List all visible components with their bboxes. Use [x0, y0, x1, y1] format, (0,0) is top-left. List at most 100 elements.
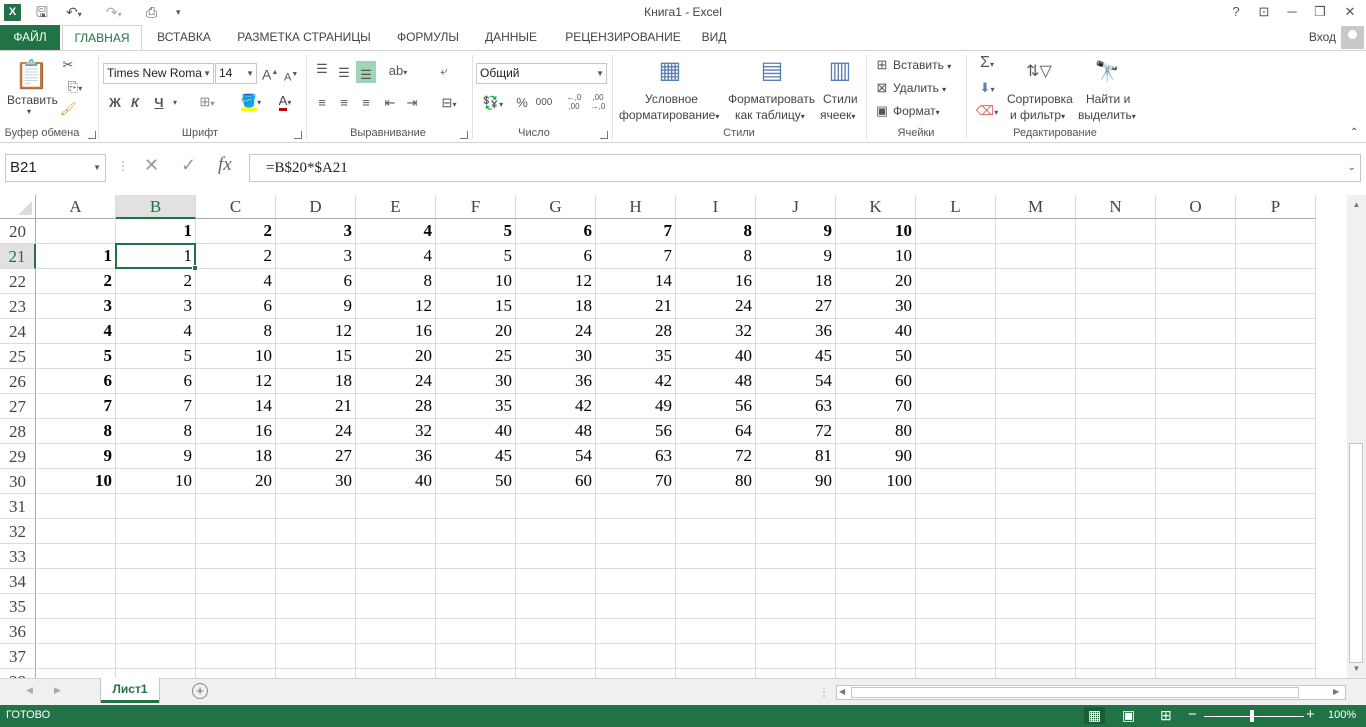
zoom-slider-thumb[interactable] — [1250, 710, 1254, 722]
cell-c28[interactable]: 16 — [196, 419, 276, 444]
cell-a28[interactable]: 8 — [36, 419, 116, 444]
find-select-icon[interactable]: 🔭 — [1092, 57, 1122, 87]
cell-k25[interactable]: 50 — [836, 344, 916, 369]
cell-p23[interactable] — [1236, 294, 1316, 319]
cell-p33[interactable] — [1236, 544, 1316, 569]
cell-l25[interactable] — [916, 344, 996, 369]
cell-b22[interactable]: 2 — [116, 269, 196, 294]
row-header-34[interactable]: 34 — [0, 569, 36, 594]
cell-i27[interactable]: 56 — [676, 394, 756, 419]
cell-g25[interactable]: 30 — [516, 344, 596, 369]
find-select-label-1[interactable]: Найти и — [1086, 92, 1130, 106]
cell-i25[interactable]: 40 — [676, 344, 756, 369]
cell-b31[interactable] — [116, 494, 196, 519]
cell-k32[interactable] — [836, 519, 916, 544]
sort-filter-label-1[interactable]: Сортировка — [1007, 92, 1073, 106]
fill-color-icon[interactable]: 🪣▾ — [236, 93, 266, 111]
cell-b25[interactable]: 5 — [116, 344, 196, 369]
cell-f37[interactable] — [436, 644, 516, 669]
collapse-ribbon-icon[interactable]: ⌃ — [1350, 127, 1358, 138]
cell-b23[interactable]: 3 — [116, 294, 196, 319]
cell-m35[interactable] — [996, 594, 1076, 619]
cell-e34[interactable] — [356, 569, 436, 594]
name-box[interactable]: B21 ▼ — [5, 154, 106, 182]
cell-h32[interactable] — [596, 519, 676, 544]
cell-c25[interactable]: 10 — [196, 344, 276, 369]
cell-a34[interactable] — [36, 569, 116, 594]
cell-j38[interactable] — [756, 669, 836, 678]
tab-data[interactable]: ДАННЫЕ — [478, 25, 544, 50]
cell-p35[interactable] — [1236, 594, 1316, 619]
align-bottom-icon[interactable]: ☰ — [356, 61, 376, 83]
zoom-in-button[interactable]: + — [1306, 706, 1315, 723]
cell-j24[interactable]: 36 — [756, 319, 836, 344]
cell-j34[interactable] — [756, 569, 836, 594]
cell-o29[interactable] — [1156, 444, 1236, 469]
select-all-button[interactable] — [0, 195, 36, 219]
cell-d31[interactable] — [276, 494, 356, 519]
cell-k34[interactable] — [836, 569, 916, 594]
align-left-icon[interactable]: ≡ — [314, 95, 330, 111]
cell-p21[interactable] — [1236, 244, 1316, 269]
cell-f34[interactable] — [436, 569, 516, 594]
cell-l27[interactable] — [916, 394, 996, 419]
cell-o37[interactable] — [1156, 644, 1236, 669]
close-button[interactable]: ✕ — [1338, 2, 1362, 22]
cell-m22[interactable] — [996, 269, 1076, 294]
cell-a35[interactable] — [36, 594, 116, 619]
horizontal-scroll-thumb[interactable] — [851, 687, 1299, 698]
cell-c23[interactable]: 6 — [196, 294, 276, 319]
row-header-38[interactable]: 38 — [0, 669, 36, 678]
cell-p26[interactable] — [1236, 369, 1316, 394]
cell-h23[interactable]: 21 — [596, 294, 676, 319]
cell-h24[interactable]: 28 — [596, 319, 676, 344]
cell-k21[interactable]: 10 — [836, 244, 916, 269]
cell-d22[interactable]: 6 — [276, 269, 356, 294]
cell-c37[interactable] — [196, 644, 276, 669]
clipboard-dialog-launcher-icon[interactable] — [88, 131, 96, 139]
column-header-c[interactable]: C — [196, 195, 276, 219]
cell-n36[interactable] — [1076, 619, 1156, 644]
merge-center-icon[interactable]: ⊟▾ — [434, 95, 464, 113]
font-name-select[interactable]: Times New Roma ▼ — [103, 63, 214, 84]
cell-b35[interactable] — [116, 594, 196, 619]
row-header-26[interactable]: 26 — [0, 369, 36, 394]
cell-p34[interactable] — [1236, 569, 1316, 594]
cell-l24[interactable] — [916, 319, 996, 344]
restore-button[interactable]: ❐ — [1308, 2, 1332, 22]
cell-l32[interactable] — [916, 519, 996, 544]
autosum-icon[interactable]: Σ▾ — [972, 55, 1002, 73]
cell-i23[interactable]: 24 — [676, 294, 756, 319]
column-header-m[interactable]: M — [996, 195, 1076, 219]
comma-style-button[interactable]: 000 — [534, 95, 554, 111]
cell-h38[interactable] — [596, 669, 676, 678]
cell-d21[interactable]: 3 — [276, 244, 356, 269]
cell-i30[interactable]: 80 — [676, 469, 756, 494]
cell-p28[interactable] — [1236, 419, 1316, 444]
cell-f24[interactable]: 20 — [436, 319, 516, 344]
cell-m36[interactable] — [996, 619, 1076, 644]
scroll-down-icon[interactable]: ▼ — [1348, 660, 1365, 677]
cell-o23[interactable] — [1156, 294, 1236, 319]
cell-n25[interactable] — [1076, 344, 1156, 369]
cell-c22[interactable]: 4 — [196, 269, 276, 294]
cell-n33[interactable] — [1076, 544, 1156, 569]
cell-c27[interactable]: 14 — [196, 394, 276, 419]
cell-c24[interactable]: 8 — [196, 319, 276, 344]
row-header-36[interactable]: 36 — [0, 619, 36, 644]
cell-k24[interactable]: 40 — [836, 319, 916, 344]
cell-k38[interactable] — [836, 669, 916, 678]
cell-c31[interactable] — [196, 494, 276, 519]
borders-icon[interactable]: ⊞▾ — [192, 94, 222, 112]
column-header-i[interactable]: I — [676, 195, 756, 219]
worksheet-grid[interactable]: A B C D E F G H I J K L M N O P 20 1 2 3 4 5 6 7 8 9 10 21 1 1 2 3 4 5 6 7 8… — [0, 195, 1346, 678]
cell-styles-label-1[interactable]: Стили — [823, 92, 858, 106]
cell-n37[interactable] — [1076, 644, 1156, 669]
align-center-icon[interactable]: ≡ — [336, 95, 352, 111]
cell-b28[interactable]: 8 — [116, 419, 196, 444]
cell-o27[interactable] — [1156, 394, 1236, 419]
cell-c36[interactable] — [196, 619, 276, 644]
copy-icon[interactable]: ⎘▾ — [60, 79, 90, 97]
enter-formula-icon[interactable]: ✓ — [181, 155, 196, 176]
cell-b27[interactable]: 7 — [116, 394, 196, 419]
